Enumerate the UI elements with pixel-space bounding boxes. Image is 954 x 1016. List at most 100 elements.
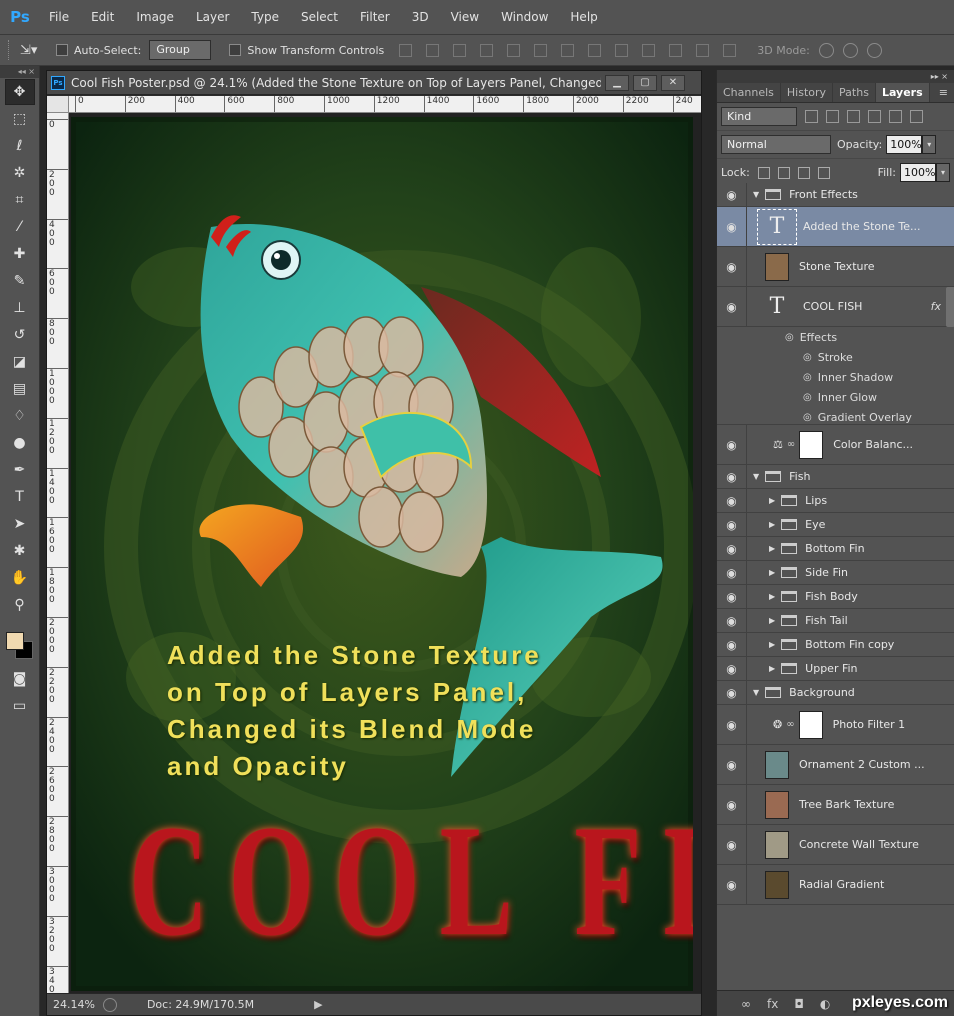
layer-group-fish-body[interactable]: ◉ ▶ Fish Body bbox=[717, 585, 954, 609]
document-title-bar[interactable]: Ps Cool Fish Poster.psd @ 24.1% (Added t… bbox=[47, 71, 701, 95]
opacity-input[interactable]: 100% bbox=[886, 135, 923, 154]
foreground-color-swatch[interactable] bbox=[5, 632, 24, 650]
menu-type[interactable]: Type bbox=[240, 10, 290, 24]
visibility-eye-icon[interactable]: ◉ bbox=[717, 657, 747, 680]
maximize-icon[interactable]: ▢ bbox=[633, 74, 657, 91]
lock-all-icon[interactable] bbox=[817, 166, 830, 179]
lasso-tool-icon[interactable]: ℓ bbox=[5, 133, 35, 159]
visibility-eye-icon[interactable]: ◉ bbox=[717, 513, 747, 536]
add-mask-icon[interactable]: ◘ bbox=[794, 997, 804, 1011]
visibility-eye-icon[interactable]: ◉ bbox=[717, 247, 747, 286]
layers-scrollbar-thumb[interactable] bbox=[946, 287, 954, 327]
layer-kind-filter[interactable]: Kind bbox=[721, 107, 797, 126]
visibility-eye-icon[interactable]: ◉ bbox=[717, 681, 747, 704]
layer-group-fish[interactable]: ◉ ▼ Fish bbox=[717, 465, 954, 489]
effect-eye-icon[interactable]: ◎ bbox=[803, 412, 812, 423]
visibility-eye-icon[interactable]: ◉ bbox=[717, 825, 747, 864]
zoom-level[interactable]: 24.14% bbox=[53, 998, 95, 1011]
menu-view[interactable]: View bbox=[440, 10, 490, 24]
blend-mode-dropdown[interactable]: Normal bbox=[721, 135, 831, 154]
visibility-eye-icon[interactable]: ◉ bbox=[717, 633, 747, 656]
effect-eye-icon[interactable]: ◎ bbox=[803, 372, 812, 383]
visibility-eye-icon[interactable]: ◉ bbox=[717, 785, 747, 824]
menu-filter[interactable]: Filter bbox=[349, 10, 401, 24]
effects-header[interactable]: ◎ Effects bbox=[785, 327, 954, 347]
layer-group-fish-tail[interactable]: ◉ ▶ Fish Tail bbox=[717, 609, 954, 633]
effect-eye-icon[interactable]: ◎ bbox=[803, 392, 812, 403]
lock-transparent-icon[interactable] bbox=[757, 166, 770, 179]
3d-rotate-icon[interactable] bbox=[818, 42, 834, 58]
layer-text-cool-fish[interactable]: ◉ T COOL FISH fx bbox=[717, 287, 954, 327]
filter-shape-icon[interactable] bbox=[868, 110, 881, 123]
panel-collapse-icon[interactable]: ▸▸ × bbox=[717, 70, 954, 83]
horizontal-ruler[interactable]: 0 200 400 600 800 1000 1200 1400 1600 1800 2000 220… bbox=[69, 96, 701, 113]
layer-ornament[interactable]: ◉ Ornament 2 Custom ... bbox=[717, 745, 954, 785]
screen-mode-icon[interactable]: ▭ bbox=[5, 693, 35, 719]
minimize-icon[interactable]: ▁ bbox=[605, 74, 629, 91]
menu-image[interactable]: Image bbox=[125, 10, 185, 24]
3d-pan-icon[interactable] bbox=[866, 42, 882, 58]
ruler-origin[interactable] bbox=[47, 96, 69, 113]
healing-brush-tool-icon[interactable]: ✚ bbox=[5, 241, 35, 267]
align-top-icon[interactable] bbox=[399, 43, 413, 57]
layer-group-eye[interactable]: ◉ ▶ Eye bbox=[717, 513, 954, 537]
poster-canvas[interactable]: Added the Stone Texture on Top of Layers… bbox=[71, 117, 693, 991]
layer-group-front-effects[interactable]: ◉ ▼ Front Effects bbox=[717, 183, 954, 207]
filter-toggle-icon[interactable] bbox=[910, 110, 923, 123]
hand-tool-icon[interactable]: ✋ bbox=[5, 565, 35, 591]
brush-tool-icon[interactable]: ✎ bbox=[5, 268, 35, 294]
align-right-icon[interactable] bbox=[534, 43, 548, 57]
group-collapsed-arrow-icon[interactable]: ▶ bbox=[769, 640, 775, 649]
mask-link-icon[interactable]: ∞ bbox=[786, 719, 794, 730]
align-vcenter-icon[interactable] bbox=[426, 43, 440, 57]
filter-type-icon[interactable] bbox=[847, 110, 860, 123]
vertical-ruler[interactable]: 0 2 0 0 4 0 0 6 0 0 8 0 0 1 0 0 0 1 2 0 0 1 4 0… bbox=[47, 113, 69, 993]
effect-eye-icon[interactable]: ◎ bbox=[803, 352, 812, 363]
effect-inner-shadow[interactable]: ◎ Inner Shadow bbox=[785, 367, 954, 387]
close-icon[interactable]: ✕ bbox=[661, 74, 685, 91]
path-selection-tool-icon[interactable]: ➤ bbox=[5, 511, 35, 537]
effect-gradient-overlay[interactable]: ◎ Gradient Overlay bbox=[785, 407, 954, 427]
move-tool-icon[interactable]: ✥ bbox=[4, 79, 35, 105]
layer-group-bottom-fin-copy[interactable]: ◉ ▶ Bottom Fin copy bbox=[717, 633, 954, 657]
distribute-hcenter-icon[interactable] bbox=[669, 43, 683, 57]
layer-text-added-stone[interactable]: ◉ T Added the Stone Te... bbox=[717, 207, 954, 247]
gradient-tool-icon[interactable]: ▤ bbox=[5, 376, 35, 402]
menu-file[interactable]: File bbox=[38, 10, 80, 24]
marquee-tool-icon[interactable]: ⬚ bbox=[5, 106, 35, 132]
tab-channels[interactable]: Channels bbox=[717, 83, 781, 102]
photoshop-logo-icon[interactable]: Ps bbox=[8, 6, 32, 28]
group-collapsed-arrow-icon[interactable]: ▶ bbox=[769, 592, 775, 601]
layer-group-bottom-fin[interactable]: ◉ ▶ Bottom Fin bbox=[717, 537, 954, 561]
color-swatches[interactable] bbox=[3, 622, 37, 662]
clone-stamp-tool-icon[interactable]: ⊥ bbox=[5, 295, 35, 321]
shape-tool-icon[interactable]: ✱ bbox=[5, 538, 35, 564]
toolbox-collapse-icon[interactable]: ◂◂ × bbox=[0, 66, 39, 78]
blur-tool-icon[interactable]: ♢ bbox=[5, 403, 35, 429]
eyedropper-tool-icon[interactable]: ⁄ bbox=[5, 214, 35, 240]
distribute-vcenter-icon[interactable] bbox=[588, 43, 602, 57]
visibility-eye-icon[interactable]: ◉ bbox=[717, 287, 747, 326]
distribute-top-icon[interactable] bbox=[561, 43, 575, 57]
group-collapsed-arrow-icon[interactable]: ▶ bbox=[769, 664, 775, 673]
group-expanded-arrow-icon[interactable]: ▼ bbox=[753, 688, 759, 697]
visibility-eye-icon[interactable]: ◉ bbox=[717, 183, 747, 206]
layer-group-lips[interactable]: ◉ ▶ Lips bbox=[717, 489, 954, 513]
group-expanded-arrow-icon[interactable]: ▼ bbox=[753, 472, 759, 481]
auto-align-icon[interactable] bbox=[723, 43, 737, 57]
distribute-bottom-icon[interactable] bbox=[615, 43, 629, 57]
menu-layer[interactable]: Layer bbox=[185, 10, 240, 24]
tab-layers[interactable]: Layers bbox=[875, 83, 930, 102]
filter-pixel-icon[interactable] bbox=[805, 110, 818, 123]
visibility-eye-icon[interactable]: ◉ bbox=[717, 609, 747, 632]
crop-tool-icon[interactable]: ⌗ bbox=[5, 187, 35, 213]
group-collapsed-arrow-icon[interactable]: ▶ bbox=[769, 544, 775, 553]
lock-position-icon[interactable] bbox=[797, 166, 810, 179]
canvas-area[interactable]: Added the Stone Texture on Top of Layers… bbox=[69, 113, 701, 993]
panel-menu-icon[interactable]: ≡ bbox=[933, 83, 954, 102]
type-tool-icon[interactable]: T bbox=[5, 484, 35, 510]
align-hcenter-icon[interactable] bbox=[507, 43, 521, 57]
layer-group-background[interactable]: ◉ ▼ Background bbox=[717, 681, 954, 705]
filter-adjustment-icon[interactable] bbox=[826, 110, 839, 123]
filter-smart-object-icon[interactable] bbox=[889, 110, 902, 123]
